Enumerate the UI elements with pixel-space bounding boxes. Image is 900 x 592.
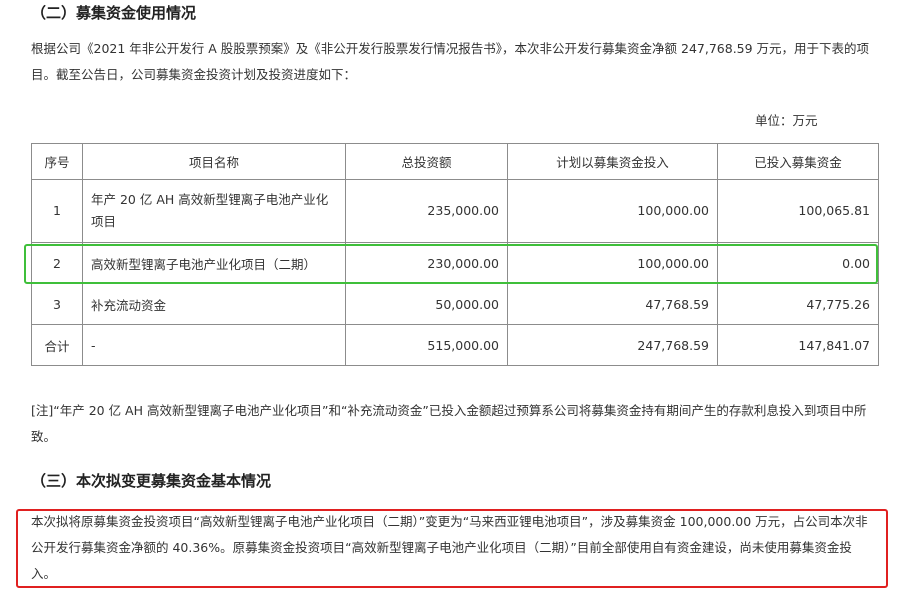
section-2-title: （二）募集资金使用情况: [31, 4, 197, 22]
section-2-intro: 根据公司《2021 年非公开发行 A 股股票预案》及《非公开发行股票发行情况报告…: [31, 41, 870, 82]
row-2-highlight-box: [24, 244, 878, 284]
cell-project-name: 补充流动资金: [82, 283, 346, 325]
section-3-highlight-box: [16, 509, 888, 588]
cell-project-name: -: [82, 324, 346, 366]
cell-total-investment: 515,000.00: [345, 324, 508, 366]
cell-planned-funds: 47,768.59: [507, 283, 718, 325]
table-row: 3 补充流动资金 50,000.00 47,768.59 47,775.26: [31, 283, 879, 325]
cell-total-investment: 235,000.00: [345, 179, 508, 243]
table-note: [注]“年产 20 亿 AH 高效新型锂离子电池产业化项目”和“补充流动资金”已…: [31, 403, 867, 444]
cell-invested-funds: 147,841.07: [717, 324, 879, 366]
header-seq: 序号: [31, 143, 83, 180]
cell-total-investment: 50,000.00: [345, 283, 508, 325]
table-header-row: 序号 项目名称 总投资额 计划以募集资金投入 已投入募集资金: [31, 143, 879, 180]
table-total-row: 合计 - 515,000.00 247,768.59 147,841.07: [31, 324, 879, 366]
unit-label: 单位：万元: [755, 113, 818, 128]
cell-invested-funds: 47,775.26: [717, 283, 879, 325]
header-planned-funds: 计划以募集资金投入: [507, 143, 718, 180]
cell-seq: 合计: [31, 324, 83, 366]
table-row: 1 年产 20 亿 AH 高效新型锂离子电池产业化项目 235,000.00 1…: [31, 179, 879, 243]
cell-project-name: 年产 20 亿 AH 高效新型锂离子电池产业化项目: [82, 179, 346, 243]
cell-seq: 1: [31, 179, 83, 243]
header-invested-funds: 已投入募集资金: [717, 143, 879, 180]
section-3-title: （三）本次拟变更募集资金基本情况: [31, 472, 272, 490]
cell-seq: 3: [31, 283, 83, 325]
cell-invested-funds: 100,065.81: [717, 179, 879, 243]
header-project-name: 项目名称: [82, 143, 346, 180]
header-total-investment: 总投资额: [345, 143, 508, 180]
cell-planned-funds: 247,768.59: [507, 324, 718, 366]
cell-planned-funds: 100,000.00: [507, 179, 718, 243]
